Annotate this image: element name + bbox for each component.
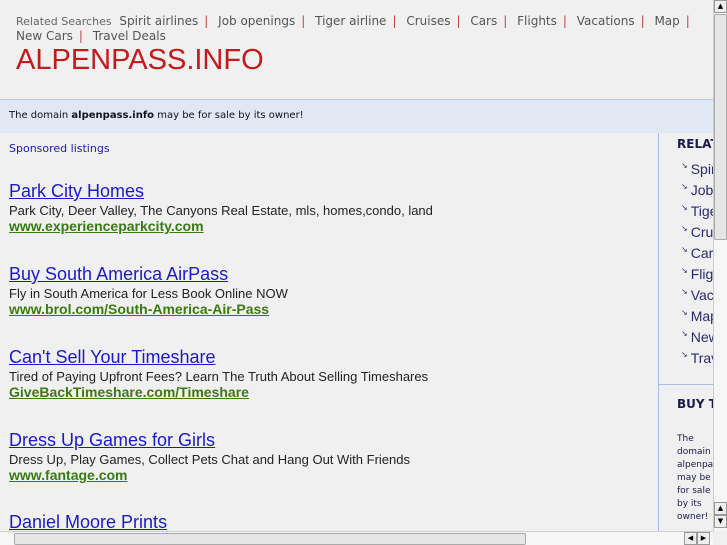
ad-title[interactable]: Daniel Moore Prints (9, 512, 167, 531)
scroll-left-arrow-icon[interactable]: ◀ (684, 532, 697, 545)
related-link[interactable]: Tiger airline (315, 14, 386, 28)
sidebar-link[interactable]: Cruises (681, 224, 713, 245)
related-searches-label: Related Searches (16, 15, 112, 28)
sidebar-link[interactable]: Map (681, 308, 713, 329)
sidebar-link[interactable]: Job openings (681, 182, 713, 203)
sale-domain: alpenpass.info (71, 110, 155, 121)
sponsored-label[interactable]: Sponsored listings (9, 142, 110, 155)
ad-url[interactable]: GiveBackTimeshare.com/Timeshare (9, 384, 428, 400)
related-link[interactable]: Job openings (218, 14, 295, 28)
scroll-up-arrow-icon[interactable]: ▲ (714, 0, 727, 13)
scroll-down-arrow-icon[interactable]: ▼ (714, 515, 727, 528)
scroll-up-arrow-icon[interactable]: ▲ (714, 502, 727, 515)
ad-listing: Dress Up Games for Girls Dress Up, Play G… (9, 430, 410, 483)
horizontal-scroll-thumb[interactable] (14, 533, 526, 545)
ad-title[interactable]: Dress Up Games for Girls (9, 430, 410, 451)
ad-title[interactable]: Can't Sell Your Timeshare (9, 347, 428, 368)
ad-url[interactable]: www.brol.com/South-America-Air-Pass (9, 301, 288, 317)
vertical-scrollbar[interactable]: ▲ ▲ ▼ (713, 0, 727, 531)
buy-domain-box: BUY THIS DOMAIN The domain alpenpass.inf… (659, 384, 713, 524)
related-link[interactable]: Cruises (406, 14, 450, 28)
sidebar-link[interactable]: Travel Deals (681, 350, 713, 371)
sidebar-link[interactable]: New Cars (681, 329, 713, 350)
ad-url[interactable]: www.fantage.com (9, 467, 410, 483)
ad-listing: Buy South America AirPass Fly in South Am… (9, 264, 288, 317)
vertical-scroll-thumb[interactable] (714, 14, 727, 240)
related-link[interactable]: Spirit airlines (119, 14, 198, 28)
ad-listing: Can't Sell Your Timeshare Tired of Paying… (9, 347, 428, 400)
site-title: ALPENPASS.INFO (16, 44, 264, 76)
horizontal-scrollbar[interactable]: ◀ ▶ (0, 531, 713, 545)
ad-url[interactable]: www.experienceparkcity.com (9, 218, 433, 234)
buy-heading: BUY THIS DOMAIN (677, 397, 713, 411)
related-link[interactable]: Flights (517, 14, 557, 28)
related-searches-bar: Related Searches Spirit airlines | Job op… (16, 14, 690, 43)
sale-prefix: The domain (9, 110, 72, 121)
ad-description: Dress Up, Play Games, Collect Pets Chat … (9, 452, 410, 467)
buy-text: The domain alpenpass.info may be for sal… (677, 434, 713, 522)
ad-description: Tired of Paying Upfront Fees? Learn The … (9, 369, 429, 384)
related-link[interactable]: New Cars (16, 29, 73, 43)
related-link[interactable]: Cars (470, 14, 497, 28)
ad-title[interactable]: Park City Homes (9, 181, 433, 202)
sale-suffix: may be for sale by its owner! (154, 110, 304, 121)
sidebar-heading: RELATED SEARCHES (677, 137, 713, 151)
ad-description: Park City, Deer Valley, The Canyons Real… (9, 203, 433, 218)
sidebar-link[interactable]: Tiger airline (681, 203, 713, 224)
ad-description: Fly in South America for Less Book Onlin… (9, 286, 288, 301)
related-link[interactable]: Map (654, 14, 679, 28)
scroll-right-arrow-icon[interactable]: ▶ (697, 532, 710, 545)
ad-listing: Park City Homes Park City, Deer Valley, T… (9, 181, 433, 234)
sidebar: RELATED SEARCHES Spirit airlines Job ope… (658, 133, 713, 531)
sidebar-link[interactable]: Spirit airlines (681, 161, 713, 182)
sidebar-link[interactable]: Vacations (681, 287, 713, 308)
sale-notice: The domain alpenpass.info may be for sal… (0, 99, 713, 133)
sidebar-link[interactable]: Flights (681, 266, 713, 287)
ad-listing: Daniel Moore Prints (9, 512, 167, 531)
related-link[interactable]: Travel Deals (93, 29, 166, 43)
ad-title[interactable]: Buy South America AirPass (9, 264, 288, 285)
sponsored-listings: Sponsored listings Park City Homes Park C… (0, 133, 658, 531)
related-link[interactable]: Vacations (577, 14, 635, 28)
sidebar-link[interactable]: Cars (681, 245, 713, 266)
